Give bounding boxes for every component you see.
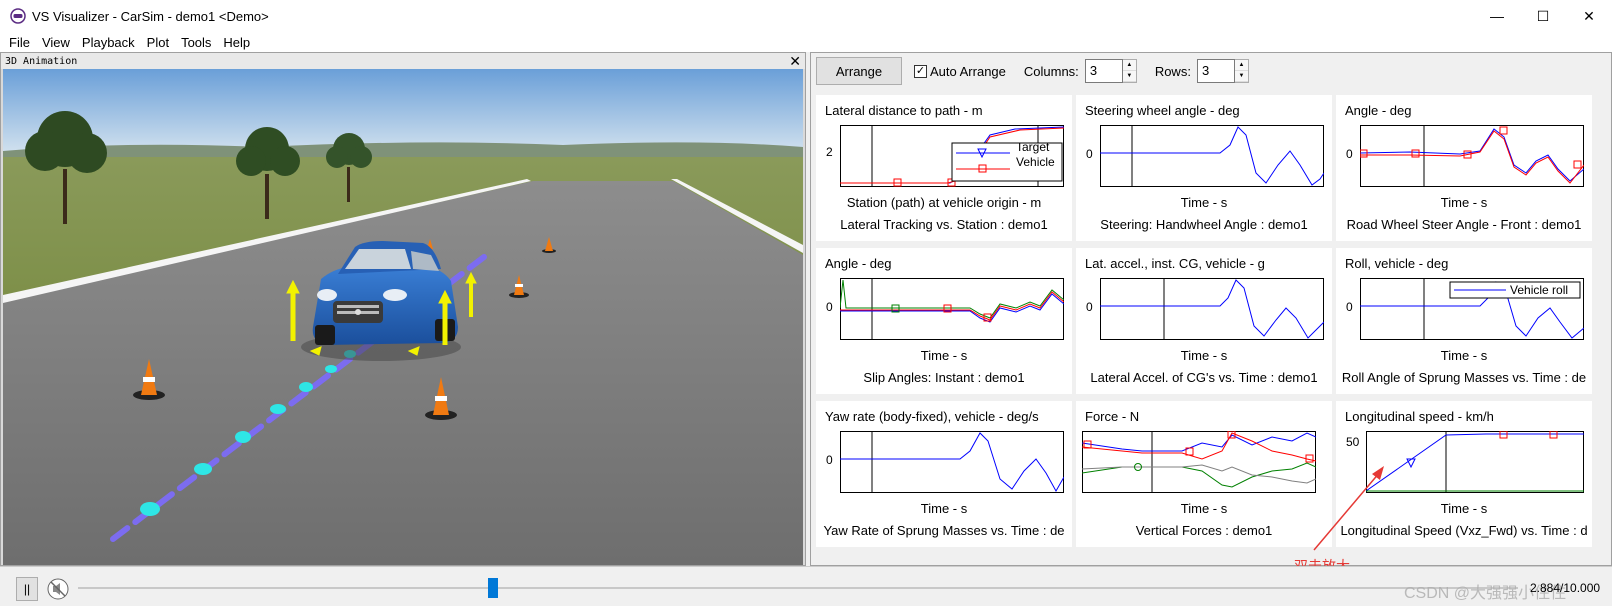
plot-caption: Vertical Forces : demo1 bbox=[1135, 523, 1273, 538]
columns-up-icon[interactable]: ▲ bbox=[1122, 60, 1136, 71]
auto-arrange-label: Auto Arrange bbox=[930, 63, 1006, 79]
plot-area bbox=[840, 278, 1064, 340]
animation-header-label: 3D Animation bbox=[5, 55, 78, 67]
checkbox-check-icon[interactable]: ✓ bbox=[914, 64, 927, 78]
animation-header: 3D Animation ✕ bbox=[1, 53, 805, 69]
plot-steering-wheel-angle[interactable]: Steering wheel angle - deg 0 Time - s St… bbox=[1076, 95, 1332, 241]
plot-area bbox=[1082, 431, 1316, 493]
x-axis-label: Time - s bbox=[920, 501, 968, 516]
title-bar: VS Visualizer - CarSim - demo1 <Demo> — … bbox=[0, 0, 1612, 32]
x-axis-label: Time - s bbox=[1440, 348, 1488, 363]
menu-file[interactable]: File bbox=[3, 35, 36, 50]
plot-caption: Road Wheel Steer Angle - Front : demo1 bbox=[1346, 217, 1582, 232]
maximize-button[interactable]: ☐ bbox=[1520, 0, 1566, 32]
plot-title: Angle - deg bbox=[1345, 103, 1412, 118]
rows-down-icon[interactable]: ▼ bbox=[1234, 71, 1248, 82]
x-axis-label: Time - s bbox=[1180, 501, 1228, 516]
plot-yaw-rate[interactable]: Yaw rate (body-fixed), vehicle - deg/s 0… bbox=[816, 401, 1072, 547]
legend-vehicle-roll: Vehicle roll bbox=[1510, 283, 1569, 297]
x-axis-label: Time - s bbox=[920, 348, 968, 363]
y-tick: 2 bbox=[826, 145, 833, 159]
plot-title: Lateral distance to path - m bbox=[825, 103, 983, 118]
3d-animation-view[interactable] bbox=[3, 69, 803, 565]
plot-area bbox=[1100, 278, 1324, 340]
app-icon bbox=[10, 8, 26, 24]
close-animation-icon[interactable]: ✕ bbox=[789, 54, 801, 68]
plot-area bbox=[1100, 125, 1324, 187]
rows-input[interactable]: 3 bbox=[1196, 59, 1235, 83]
columns-label: Columns: bbox=[1023, 63, 1079, 79]
plot-caption: Lateral Tracking vs. Station : demo1 bbox=[840, 217, 1048, 232]
y-tick: 50 bbox=[1346, 435, 1360, 449]
menu-help[interactable]: Help bbox=[217, 35, 256, 50]
plot-lateral-accel[interactable]: Lat. accel., inst. CG, vehicle - g 0 Tim… bbox=[1076, 248, 1332, 394]
plot-caption: Lateral Accel. of CG's vs. Time : demo1 bbox=[1090, 370, 1318, 385]
rows-spinner[interactable]: 3 ▲ ▼ bbox=[1196, 59, 1249, 83]
x-axis-label: Time - s bbox=[1180, 195, 1228, 210]
x-axis-label: Station (path) at vehicle origin - m bbox=[846, 195, 1042, 210]
plot-title: Roll, vehicle - deg bbox=[1345, 256, 1449, 271]
plot-road-wheel-steer-angle[interactable]: Angle - deg 0 Time - s Road Wheel Steer … bbox=[1336, 95, 1592, 241]
columns-input[interactable]: 3 bbox=[1084, 59, 1123, 83]
plot-title: Lat. accel., inst. CG, vehicle - g bbox=[1085, 256, 1265, 271]
window-title: VS Visualizer - CarSim - demo1 <Demo> bbox=[32, 8, 269, 24]
plot-area bbox=[840, 431, 1064, 493]
plot-title: Longitudinal speed - km/h bbox=[1345, 409, 1494, 424]
time-readout: 2.884/10.000 bbox=[1530, 581, 1601, 595]
plot-caption: Steering: Handwheel Angle : demo1 bbox=[1100, 217, 1308, 232]
pause-button[interactable]: || bbox=[16, 577, 38, 601]
auto-arrange-checkbox[interactable]: ✓ Auto Arrange bbox=[914, 64, 1006, 79]
minimize-button[interactable]: — bbox=[1474, 0, 1520, 32]
y-tick: 0 bbox=[1086, 300, 1093, 314]
animation-panel: 3D Animation ✕ bbox=[0, 52, 806, 566]
plot-title: Force - N bbox=[1085, 409, 1140, 424]
playback-bar: || CSDN @大强强小住住 2.884/10.000 bbox=[0, 566, 1612, 606]
rows-label: Rows: bbox=[1154, 63, 1191, 79]
plot-title: Yaw rate (body-fixed), vehicle - deg/s bbox=[825, 409, 1039, 424]
plots-panel: Arrange ✓ Auto Arrange Columns: 3 ▲ ▼ Ro… bbox=[810, 52, 1612, 566]
y-tick: 0 bbox=[1086, 147, 1093, 161]
plot-lateral-tracking[interactable]: Lateral distance to path - m 2 Target Ve… bbox=[816, 95, 1072, 241]
menu-view[interactable]: View bbox=[36, 35, 76, 50]
x-axis-label: Time - s bbox=[1440, 195, 1488, 210]
plot-caption: Yaw Rate of Sprung Masses vs. Time : de bbox=[823, 523, 1065, 538]
menu-plot[interactable]: Plot bbox=[141, 35, 175, 50]
x-axis-label: Time - s bbox=[1180, 348, 1228, 363]
plot-caption: Roll Angle of Sprung Masses vs. Time : d… bbox=[1341, 370, 1587, 385]
menu-tools[interactable]: Tools bbox=[175, 35, 217, 50]
arrange-button[interactable]: Arrange bbox=[816, 57, 902, 85]
rows-up-icon[interactable]: ▲ bbox=[1234, 60, 1248, 71]
menu-bar: File View Playback Plot Tools Help bbox=[0, 32, 1612, 52]
plot-area bbox=[1360, 125, 1584, 187]
y-tick: 0 bbox=[1346, 147, 1353, 161]
columns-down-icon[interactable]: ▼ bbox=[1122, 71, 1136, 82]
plot-caption: Slip Angles: Instant : demo1 bbox=[863, 370, 1025, 385]
plot-title: Angle - deg bbox=[825, 256, 892, 271]
plot-vertical-forces[interactable]: Force - N Time - s Vertical Forces : dem… bbox=[1076, 401, 1332, 547]
plot-slip-angles[interactable]: Angle - deg 0 Time - s Slip Angles: Inst… bbox=[816, 248, 1072, 394]
plots-toolbar: Arrange ✓ Auto Arrange Columns: 3 ▲ ▼ Ro… bbox=[816, 57, 1249, 85]
timeline-slider-thumb[interactable] bbox=[488, 578, 498, 598]
plot-roll-angle[interactable]: Roll, vehicle - deg 0 Vehicle roll Time … bbox=[1336, 248, 1592, 394]
columns-spinner[interactable]: 3 ▲ ▼ bbox=[1084, 59, 1137, 83]
legend-vehicle: Vehicle bbox=[1016, 155, 1055, 169]
mute-icon[interactable] bbox=[46, 577, 70, 601]
timeline-track[interactable] bbox=[78, 587, 1518, 589]
y-tick: 0 bbox=[1346, 300, 1353, 314]
plot-title: Steering wheel angle - deg bbox=[1085, 103, 1240, 118]
annotation-arrow-icon bbox=[1313, 466, 1384, 551]
y-tick: 0 bbox=[826, 300, 833, 314]
legend-target: Target bbox=[1016, 140, 1050, 154]
menu-playback[interactable]: Playback bbox=[76, 35, 141, 50]
close-button[interactable]: ✕ bbox=[1566, 0, 1612, 32]
y-tick: 0 bbox=[826, 453, 833, 467]
